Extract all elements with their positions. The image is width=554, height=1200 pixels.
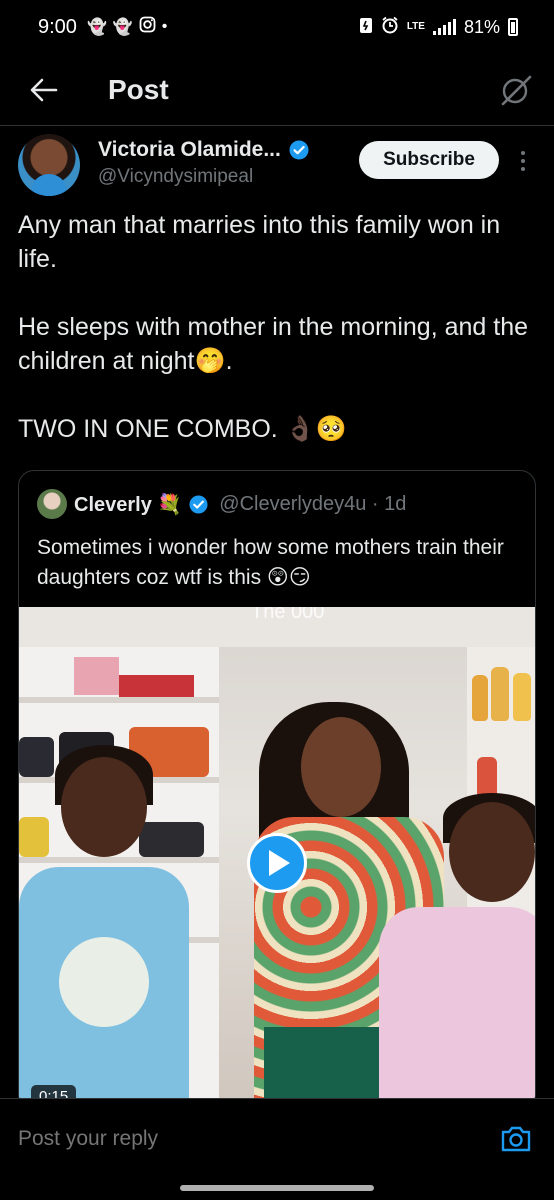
more-options-button[interactable] <box>514 146 532 176</box>
play-button[interactable] <box>247 833 307 893</box>
verified-badge-icon <box>189 494 208 514</box>
notification-icons: 👻 👻 • <box>87 16 167 38</box>
author-info: Victoria Olamide... @Vicyndysimipeal <box>98 138 309 196</box>
video-scene <box>379 907 535 1109</box>
system-indicators: LTE 81% <box>359 16 518 39</box>
video-scene <box>61 757 147 857</box>
author-handle[interactable]: @Vicyndysimipeal <box>98 166 309 188</box>
more-dot-icon <box>521 151 525 155</box>
quoted-author-name: Cleverly 💐 <box>74 493 183 516</box>
grok-icon <box>501 75 532 105</box>
post-text-line: TWO IN ONE COMBO. 👌🏿🥺 <box>18 415 347 443</box>
battery-percent: 81% <box>463 16 500 37</box>
camera-button[interactable] <box>498 1121 534 1157</box>
more-dot-icon <box>521 159 525 163</box>
video-scene <box>59 937 149 1027</box>
battery-saver-icon <box>359 16 373 39</box>
subscribe-button[interactable]: Subscribe <box>359 141 499 179</box>
home-indicator[interactable] <box>180 1185 374 1191</box>
video-scene <box>301 717 381 817</box>
reply-bar <box>0 1098 554 1200</box>
reply-input[interactable] <box>18 1127 458 1151</box>
avatar[interactable] <box>18 134 80 196</box>
camera-icon <box>501 1126 531 1152</box>
snapchat-icon: 👻 <box>86 19 107 36</box>
page-title: Post <box>108 73 169 105</box>
quoted-avatar <box>37 489 67 519</box>
arrow-left-icon <box>30 78 58 101</box>
alarm-icon <box>381 16 399 39</box>
play-icon <box>269 850 290 876</box>
video-player[interactable]: The 000 0:15 <box>19 607 535 1109</box>
post-header: Post <box>0 54 554 126</box>
post-text-line: He sleeps with mother in the morning, an… <box>18 313 528 375</box>
instagram-icon <box>139 16 156 38</box>
grok-button[interactable] <box>496 70 536 110</box>
more-dot-icon <box>521 167 525 171</box>
battery-icon <box>508 18 518 36</box>
dot-icon: • <box>161 18 168 35</box>
quoted-author-handle: @Cleverlydey4u · 1d <box>219 492 407 515</box>
quoted-text: Sometimes i wonder how some mothers trai… <box>37 536 504 589</box>
video-scene <box>449 802 535 902</box>
author-name[interactable]: Victoria Olamide... <box>98 138 281 162</box>
quoted-author: Cleverly 💐 @Cleverlydey4u · 1d <box>37 489 406 519</box>
verified-badge-icon <box>289 140 309 160</box>
snapchat-icon: 👻 <box>112 19 133 36</box>
status-bar: 9:00 👻 👻 • LTE 81% <box>0 0 554 54</box>
video-overlay-text: The 000 <box>251 607 325 623</box>
lte-indicator: LTE <box>406 21 425 32</box>
post-author: Victoria Olamide... @Vicyndysimipeal Sub… <box>18 134 538 196</box>
post-text-line: Any man that marries into this family wo… <box>18 211 501 273</box>
signal-icon <box>432 19 456 35</box>
quoted-post[interactable]: Cleverly 💐 @Cleverlydey4u · 1d Sometimes… <box>18 470 536 1110</box>
post-text: Any man that marries into this family wo… <box>18 208 538 446</box>
status-time: 9:00 <box>38 15 77 38</box>
back-button[interactable] <box>14 60 74 120</box>
